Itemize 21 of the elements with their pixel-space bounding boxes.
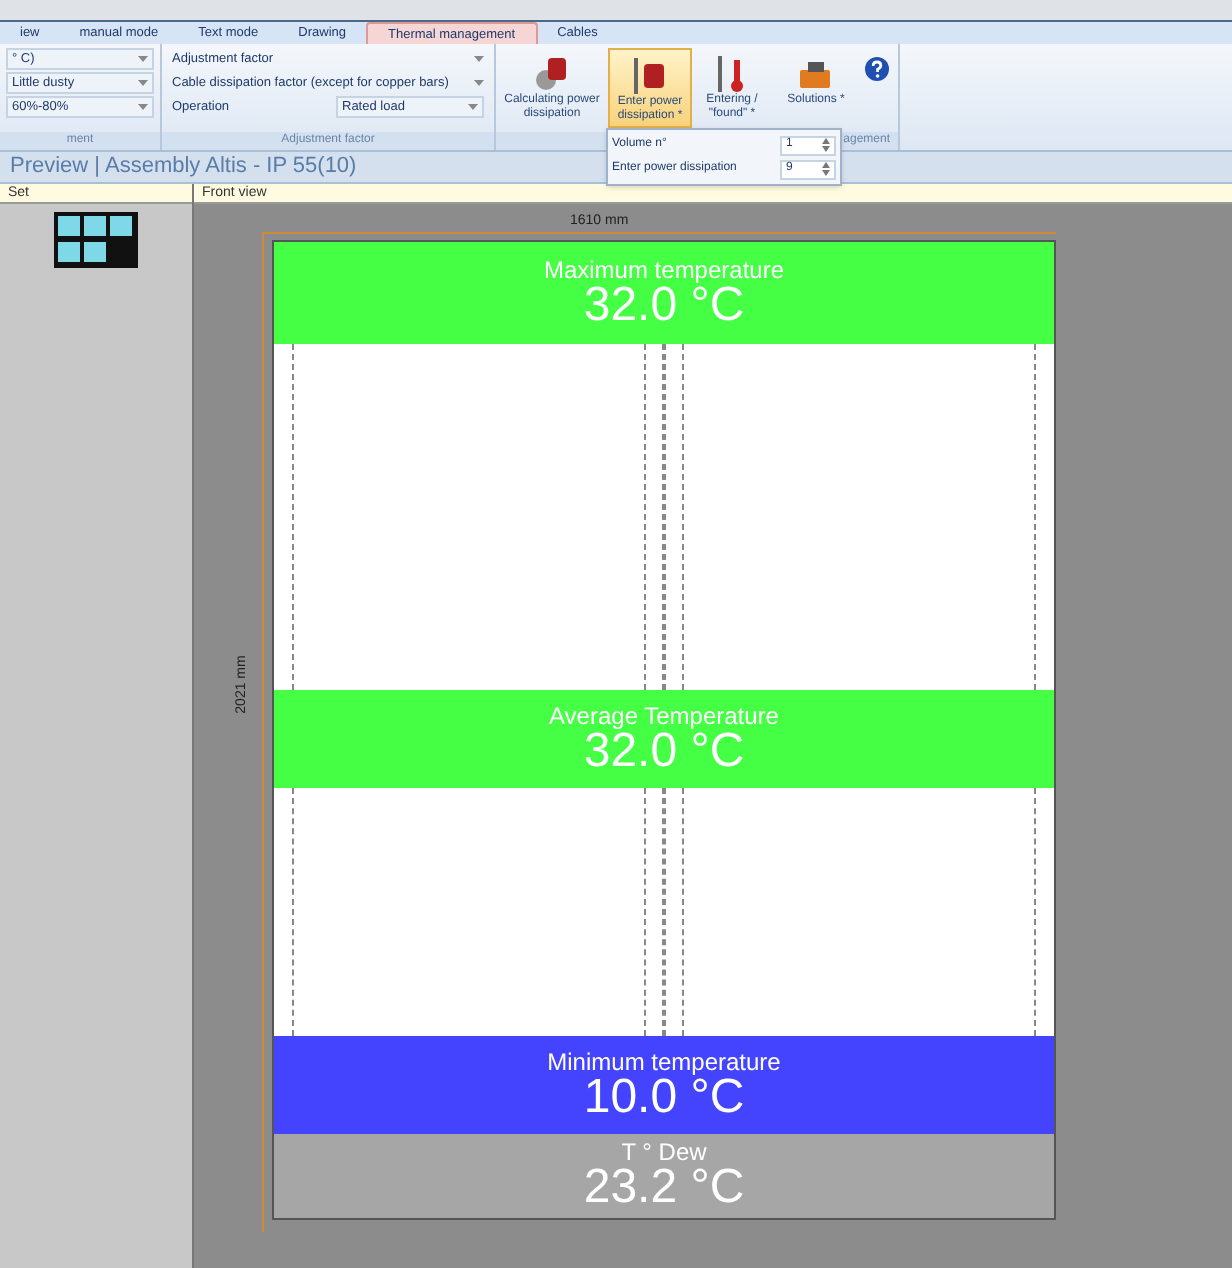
band-label: Average Temperature bbox=[549, 703, 779, 727]
temperature-value: 32.0 °C bbox=[583, 281, 745, 329]
dropdown-arrow-icon bbox=[138, 104, 148, 110]
dropdown-arrow-icon bbox=[474, 80, 484, 86]
preview-title: Preview | Assembly Altis - IP 55(10) bbox=[10, 152, 357, 183]
dropdown-arrow-icon bbox=[138, 80, 148, 86]
spin-arrows-icon[interactable] bbox=[822, 162, 830, 176]
dropdown-arrow-icon bbox=[138, 56, 148, 62]
cabinet-thumbnail-icon[interactable] bbox=[54, 212, 138, 268]
gear-machine-icon bbox=[532, 54, 572, 94]
band-label: T ° Dew bbox=[621, 1140, 707, 1164]
temperature-value: 23.2 °C bbox=[583, 1164, 745, 1212]
band-label: Minimum temperature bbox=[547, 1049, 781, 1073]
temperature-value: 32.0 °C bbox=[583, 727, 745, 775]
spin-arrows-icon[interactable] bbox=[822, 138, 830, 152]
dropdown-arrow-icon bbox=[474, 56, 484, 62]
enclosure-pen-icon bbox=[630, 56, 670, 96]
help-icon[interactable] bbox=[864, 56, 890, 82]
dropdown-arrow-icon bbox=[468, 104, 478, 110]
temperature-value: 10.0 °C bbox=[583, 1073, 745, 1121]
band-label: Maximum temperature bbox=[543, 257, 785, 281]
